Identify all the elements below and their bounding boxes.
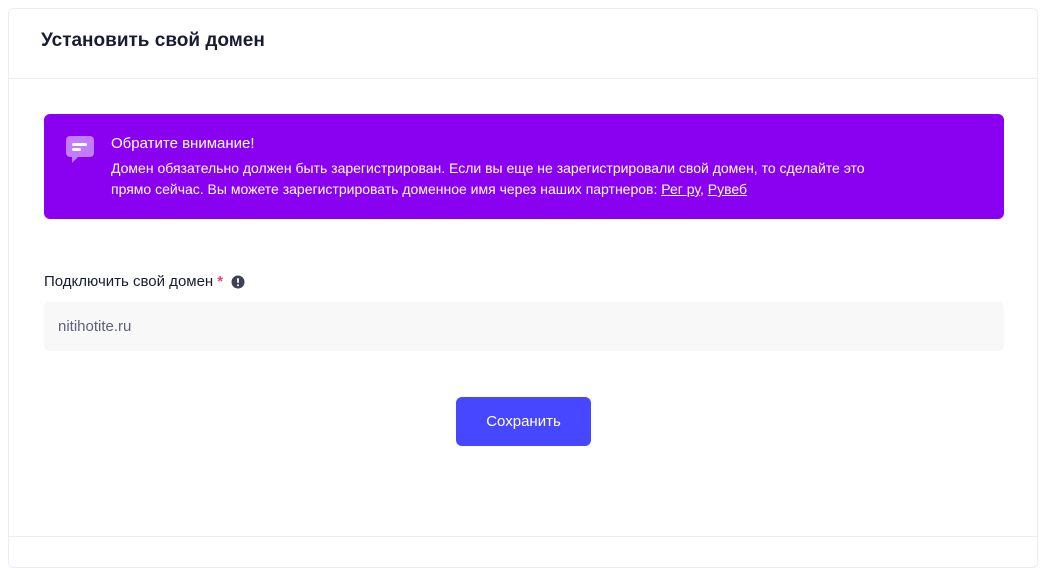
domain-input[interactable] <box>44 302 1004 351</box>
notice-title: Обратите внимание! <box>111 135 255 152</box>
card-header: Установить свой домен <box>9 9 1037 79</box>
domain-field-label: Подключить свой домен * <box>44 273 245 290</box>
info-icon[interactable] <box>231 275 245 289</box>
message-icon <box>66 136 94 163</box>
link-separator: , <box>700 181 708 197</box>
notice-text-line2: прямо сейчас. Вы можете зарегистрировать… <box>111 181 662 197</box>
partner-link-ruweb[interactable]: Рувеб <box>708 181 747 197</box>
save-button[interactable]: Сохранить <box>456 397 591 446</box>
notice-text-line1: Домен обязательно должен быть зарегистри… <box>111 160 865 176</box>
notice-alert: Обратите внимание! Домен обязательно дол… <box>44 114 1004 219</box>
domain-settings-card: Установить свой домен Обратите внимание!… <box>8 8 1038 568</box>
partner-link-regru[interactable]: Рег ру <box>661 181 700 197</box>
domain-label-text: Подключить свой домен <box>44 273 214 290</box>
card-divider <box>9 536 1037 537</box>
page-title: Установить свой домен <box>41 29 265 51</box>
notice-text: Домен обязательно должен быть зарегистри… <box>111 158 984 200</box>
required-marker: * <box>217 273 224 290</box>
